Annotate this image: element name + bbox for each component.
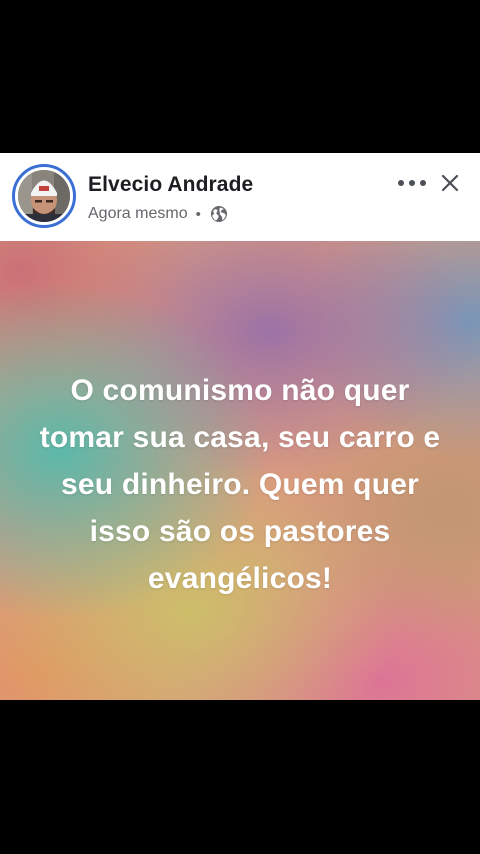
post-header: Elvecio Andrade Agora mesmo • xyxy=(0,153,480,241)
screen: Elvecio Andrade Agora mesmo • O comunism… xyxy=(0,0,480,854)
author-name[interactable]: Elvecio Andrade xyxy=(88,173,253,197)
close-button[interactable] xyxy=(436,169,464,197)
post-meta: Agora mesmo • xyxy=(88,203,228,225)
post-text-line: seu dinheiro. Quem quer xyxy=(61,468,419,501)
avatar-portrait-icon xyxy=(18,170,70,222)
profile-photo xyxy=(18,170,70,222)
post-text-line: tomar sua casa, seu carro e xyxy=(39,421,441,454)
more-horizontal-icon xyxy=(398,180,426,186)
post-timestamp[interactable]: Agora mesmo xyxy=(88,205,188,223)
avatar[interactable] xyxy=(12,164,76,228)
close-icon xyxy=(441,174,459,192)
post-text-line: isso são os pastores xyxy=(89,515,391,548)
post-text-line: O comunismo não quer xyxy=(70,374,410,407)
meta-separator: • xyxy=(195,205,201,223)
post-text-line: evangélicos! xyxy=(147,562,333,595)
post-content[interactable]: O comunismo não quer tomar sua casa, seu… xyxy=(0,241,480,700)
more-options-button[interactable] xyxy=(395,171,429,195)
post-text: O comunismo não quer tomar sua casa, seu… xyxy=(14,367,466,602)
globe-icon[interactable] xyxy=(210,205,228,223)
